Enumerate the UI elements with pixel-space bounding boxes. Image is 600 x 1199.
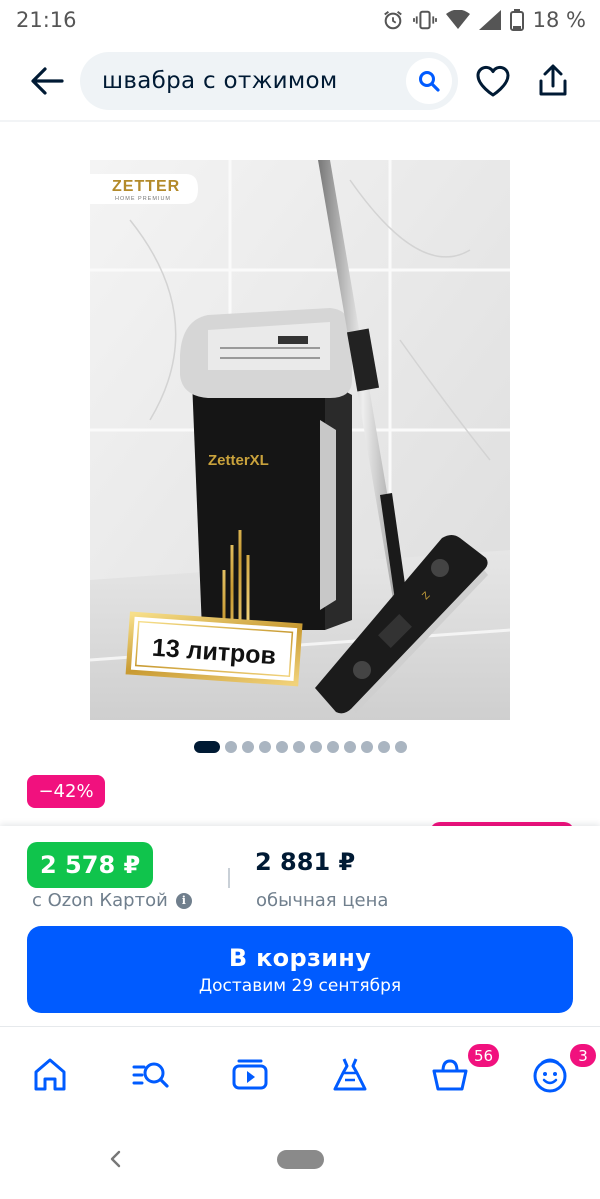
- product-image[interactable]: ZetterXL Z ZETTER HOME PREMIUM 13 литров: [90, 160, 510, 720]
- bucket-brand-label: ZetterXL: [208, 452, 269, 469]
- system-back-icon[interactable]: [104, 1147, 128, 1171]
- gallery-dot[interactable]: [377, 741, 390, 753]
- cart-basket-icon[interactable]: [430, 1055, 470, 1095]
- gallery-dot[interactable]: [258, 741, 271, 753]
- search-bar[interactable]: швабра с отжимом: [80, 52, 458, 110]
- video-icon[interactable]: [230, 1055, 270, 1095]
- vibrate-icon: [412, 10, 437, 30]
- home-icon[interactable]: [30, 1055, 70, 1095]
- heart-icon[interactable]: [474, 62, 512, 100]
- search-icon: [419, 71, 440, 92]
- discount-badge: −42%: [27, 775, 105, 808]
- system-home-pill[interactable]: [277, 1150, 324, 1169]
- back-arrow-icon[interactable]: [26, 60, 68, 102]
- gallery-dot[interactable]: [241, 741, 254, 753]
- search-button[interactable]: [406, 58, 452, 104]
- battery-icon: [509, 9, 524, 31]
- gallery-dot[interactable]: [360, 741, 373, 753]
- delivery-date-label: Доставим 29 сентября: [198, 975, 402, 996]
- alarm-icon: [383, 10, 402, 30]
- regular-price: 2 881 ₽: [255, 848, 356, 876]
- gallery-dot[interactable]: [309, 741, 322, 753]
- gallery-dot[interactable]: [394, 741, 407, 753]
- gallery-dot[interactable]: [326, 741, 339, 753]
- product-photo-illustration: ZetterXL Z ZETTER HOME PREMIUM 13 литров: [90, 160, 510, 720]
- status-time: 21:16: [16, 8, 77, 32]
- gallery-dot[interactable]: [193, 741, 220, 753]
- price-panel: 2 578 ₽ с Ozon Картой i 2 881 ₽ обычная …: [0, 826, 600, 1026]
- battery-level: 18 %: [532, 8, 586, 32]
- gallery-indicator[interactable]: [0, 740, 600, 754]
- share-icon[interactable]: [534, 62, 572, 100]
- app-header: швабра с отжимом: [0, 40, 600, 120]
- regular-price-caption: обычная цена: [256, 890, 389, 911]
- search-input[interactable]: швабра с отжимом: [102, 68, 338, 94]
- profile-face-icon[interactable]: [530, 1055, 570, 1095]
- add-to-cart-button[interactable]: В корзину Доставим 29 сентября: [27, 926, 573, 1013]
- catalog-search-icon[interactable]: [130, 1055, 170, 1095]
- ozon-card-caption-text: с Ozon Картой: [32, 890, 168, 911]
- price-separator: [228, 868, 230, 888]
- status-icons: 18 %: [382, 8, 586, 32]
- add-to-cart-label: В корзину: [228, 943, 372, 972]
- gallery-dot[interactable]: [343, 741, 356, 753]
- ozon-card-caption[interactable]: с Ozon Картой i: [32, 890, 192, 911]
- gallery-dot[interactable]: [275, 741, 288, 753]
- ozon-card-price[interactable]: 2 578 ₽: [27, 842, 154, 888]
- signal-icon: [478, 10, 501, 30]
- info-icon[interactable]: i: [175, 892, 192, 909]
- status-bar: 21:16 18 %: [0, 0, 600, 40]
- gallery-dot[interactable]: [292, 741, 305, 753]
- bottom-navigation: [0, 1026, 600, 1126]
- wifi-icon: [445, 10, 470, 29]
- cart-count-badge: 56: [466, 1042, 502, 1069]
- profile-notification-badge: 3: [568, 1042, 598, 1069]
- image-brand-subtitle: HOME PREMIUM: [115, 196, 171, 202]
- fashion-dress-icon[interactable]: [330, 1055, 370, 1095]
- image-brand-logo: ZETTER: [112, 178, 180, 195]
- header-divider: [0, 120, 600, 122]
- gallery-dot[interactable]: [224, 741, 237, 753]
